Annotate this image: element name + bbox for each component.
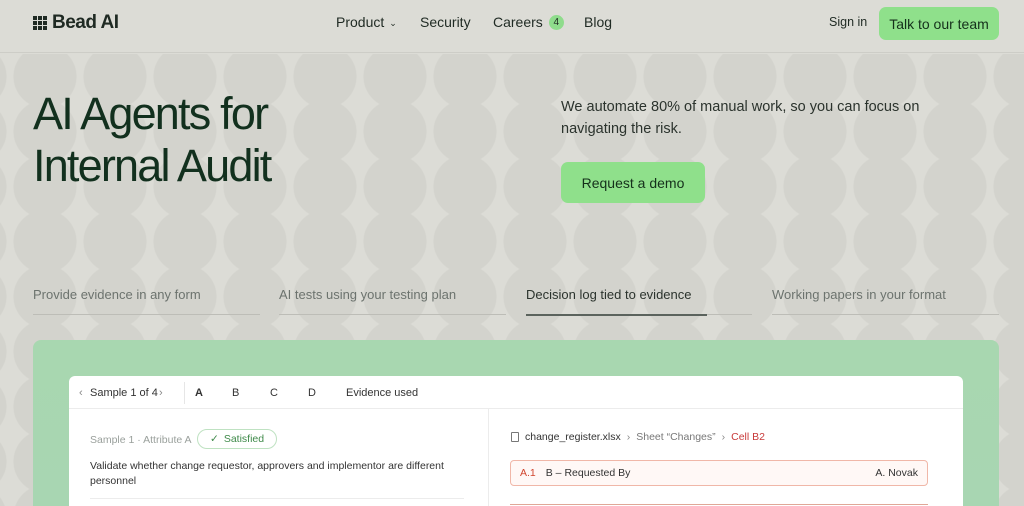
feature-tab-underline: [33, 314, 260, 315]
prev-sample-icon[interactable]: ‹: [79, 387, 83, 399]
sample-nav-label: Sample 1 of 4: [90, 387, 158, 399]
nav-divider: [0, 52, 1024, 53]
hero-title-line-2: Internal Audit: [33, 140, 272, 191]
feature-tab-evidence[interactable]: Provide evidence in any form: [33, 287, 201, 302]
breadcrumb-separator-icon: ›: [721, 431, 726, 443]
row-value: A. Novak: [875, 467, 918, 479]
tab-d[interactable]: D: [308, 387, 316, 399]
nav-blog-label: Blog: [584, 14, 613, 30]
feature-tab-ai-tests[interactable]: AI tests using your testing plan: [279, 287, 456, 302]
talk-to-team-button[interactable]: Talk to our team: [879, 7, 999, 40]
feature-tab-underline: [772, 314, 999, 315]
chevron-down-icon: ⌄: [389, 17, 397, 28]
sample-attribute-label: Sample 1 · Attribute A: [90, 434, 192, 446]
nav-careers[interactable]: Careers 4: [493, 14, 584, 30]
tab-a[interactable]: A: [195, 387, 203, 399]
nav-blog[interactable]: Blog: [584, 14, 612, 30]
nav-security-label: Security: [420, 14, 471, 30]
nav-product-label: Product: [336, 14, 385, 30]
status-badge: ✓ Satisfied: [197, 429, 278, 449]
feature-tab-working-papers[interactable]: Working papers in your format: [772, 287, 946, 302]
status-badge-label: Satisfied: [223, 433, 265, 445]
demo-card: ‹ Sample 1 of 4 › A B C D Evidence used …: [69, 376, 963, 506]
card-tab-bar: ‹ Sample 1 of 4 › A B C D Evidence used: [69, 376, 963, 409]
tab-b[interactable]: B: [232, 387, 239, 399]
cell-reference[interactable]: Cell B2: [731, 431, 765, 443]
sheet-name[interactable]: Sheet “Changes”: [636, 431, 715, 443]
file-icon: [511, 432, 519, 442]
right-divider: [510, 504, 928, 505]
feature-tab-progress: [526, 314, 707, 316]
breadcrumb-separator-icon: ›: [626, 431, 631, 443]
next-sample-icon[interactable]: ›: [159, 387, 163, 399]
tab-divider: [184, 382, 185, 404]
test-description: Validate whether change requestor, appro…: [90, 460, 444, 487]
logo-grid-icon: [33, 16, 47, 30]
hero-subtitle: We automate 80% of manual work, so you c…: [561, 99, 920, 137]
hero-title-line-1: AI Agents for: [33, 88, 269, 139]
careers-count-badge: 4: [548, 14, 564, 30]
feature-tab-underline: [279, 314, 506, 315]
sign-in-link[interactable]: Sign in: [829, 15, 867, 29]
logo-text: Bead AI: [52, 12, 119, 33]
left-divider: [90, 498, 464, 499]
file-name[interactable]: change_register.xlsx: [525, 431, 621, 443]
evidence-row[interactable]: A.1 B – Requested By A. Novak: [510, 460, 928, 486]
feature-tab-decision-log[interactable]: Decision log tied to evidence: [526, 287, 692, 302]
logo[interactable]: Bead AI: [33, 12, 119, 34]
card-column-divider: [488, 409, 489, 506]
tab-c[interactable]: C: [270, 387, 278, 399]
hero-title: AI Agents for Internal Audit: [33, 88, 272, 192]
check-icon: ✓: [210, 433, 219, 445]
row-id: A.1: [520, 467, 536, 479]
nav-security[interactable]: Security: [420, 14, 493, 30]
nav-careers-label: Careers: [493, 14, 543, 30]
evidence-breadcrumb: change_register.xlsx › Sheet “Changes” ›…: [511, 431, 765, 443]
nav-product[interactable]: Product ⌄: [336, 14, 420, 30]
top-nav: Bead AI Product ⌄ Security Careers 4 Blo…: [0, 0, 1024, 46]
tab-evidence-used[interactable]: Evidence used: [346, 387, 418, 399]
request-demo-button[interactable]: Request a demo: [561, 162, 705, 203]
row-label: B – Requested By: [545, 467, 631, 479]
nav-links: Product ⌄ Security Careers 4 Blog: [336, 14, 612, 30]
